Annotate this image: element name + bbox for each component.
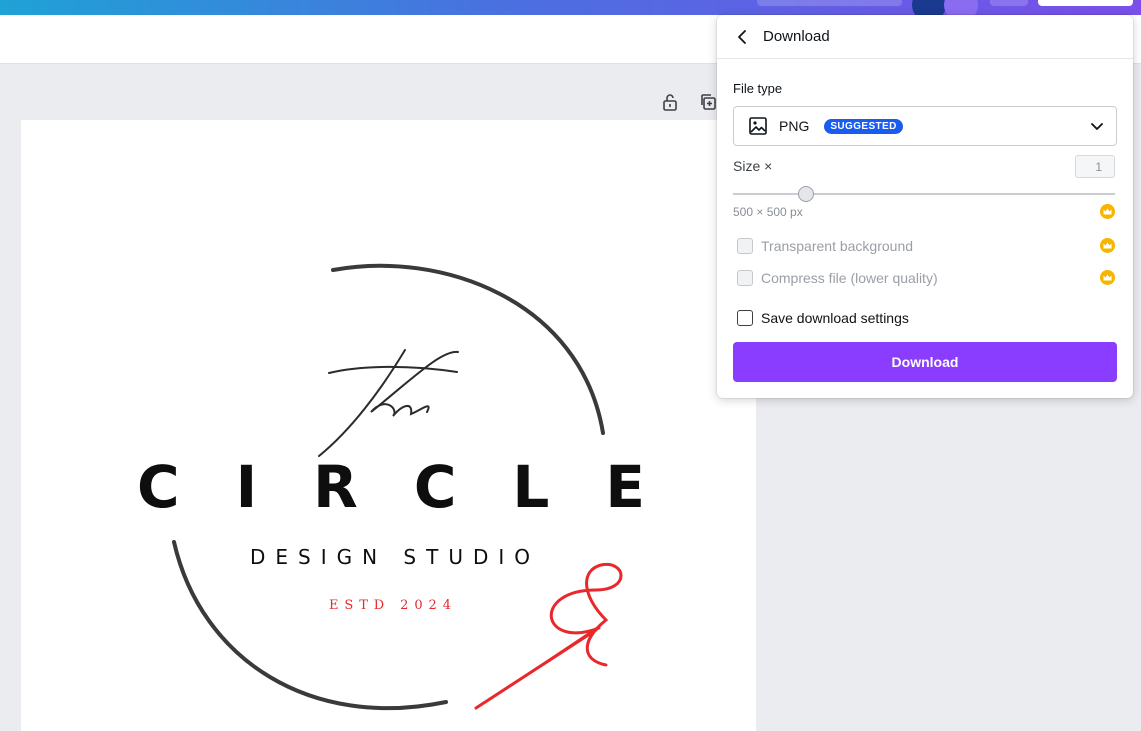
unlock-icon[interactable] xyxy=(660,92,680,112)
file-type-select[interactable]: PNG SUGGESTED xyxy=(733,106,1117,146)
size-pixels: 500 × 500 px xyxy=(733,205,803,219)
size-label: Size × xyxy=(733,158,773,174)
download-panel: Download File type PNG SUGGESTED Size × … xyxy=(717,15,1133,398)
circle-logo-artwork[interactable]: the C I R C L E DESIGN STUDIO ESTD 2024 xyxy=(21,120,756,731)
circle-arc-top xyxy=(331,263,605,435)
download-button[interactable]: Download xyxy=(733,342,1117,382)
size-slider-track[interactable] xyxy=(733,193,1115,195)
panel-header: Download xyxy=(717,15,1133,59)
size-slider-thumb[interactable] xyxy=(797,186,814,202)
top-bar-menu-item[interactable] xyxy=(757,0,902,6)
image-icon xyxy=(748,116,768,136)
chevron-down-icon xyxy=(1090,119,1104,133)
share-button[interactable] xyxy=(1038,0,1133,6)
editor-top-bar xyxy=(0,0,1141,22)
size-input[interactable]: 1 xyxy=(1075,155,1115,178)
crown-icon xyxy=(1100,204,1115,219)
transparent-background-checkbox[interactable] xyxy=(737,238,753,254)
compress-file-checkbox[interactable] xyxy=(737,270,753,286)
option-label: Compress file (lower quality) xyxy=(761,270,938,286)
page-tools xyxy=(660,92,718,112)
crown-icon xyxy=(1100,270,1115,285)
option-label: Save download settings xyxy=(761,310,909,326)
option-label: Transparent background xyxy=(761,238,914,254)
duplicate-page-icon[interactable] xyxy=(698,92,718,112)
needle-thread-artwork xyxy=(474,562,623,710)
save-settings-checkbox[interactable] xyxy=(737,310,753,326)
option-transparent-background[interactable]: Transparent background xyxy=(737,238,913,254)
top-bar-button[interactable] xyxy=(990,0,1028,6)
option-save-download-settings[interactable]: Save download settings xyxy=(737,310,909,326)
file-type-value: PNG xyxy=(779,118,810,134)
panel-title: Download xyxy=(763,28,830,45)
crown-icon xyxy=(1100,238,1115,253)
design-page[interactable]: the C I R C L E DESIGN STUDIO ESTD 2024 xyxy=(21,120,756,731)
subtitle-text: DESIGN STUDIO xyxy=(250,545,530,569)
back-chevron-icon[interactable] xyxy=(733,28,751,46)
file-type-label: File type xyxy=(733,81,783,96)
main-word: C I R C L E xyxy=(137,453,645,521)
script-word-artwork xyxy=(318,349,459,457)
established-text: ESTD 2024 xyxy=(329,598,451,613)
option-compress-file[interactable]: Compress file (lower quality) xyxy=(737,270,938,286)
script-word: the xyxy=(317,411,319,414)
suggested-badge: SUGGESTED xyxy=(824,118,903,134)
